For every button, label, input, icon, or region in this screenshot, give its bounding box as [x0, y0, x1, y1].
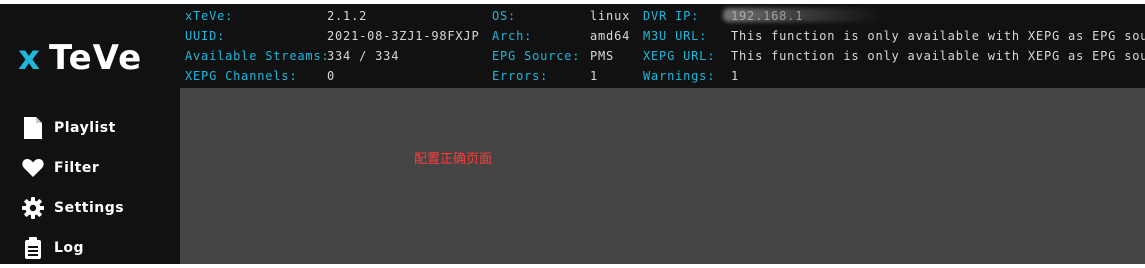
sidebar: x TeVe Playlist Filter Settings Log [0, 4, 180, 264]
status-key: Arch: [492, 29, 533, 43]
log-icon [22, 237, 44, 259]
main-content: 配置正确页面 [180, 88, 1145, 264]
redaction-blur [723, 8, 883, 22]
status-value: 334 / 334 [327, 49, 400, 63]
status-row-dvr-ip: DVR IP: 192.168.1 [643, 6, 1143, 26]
app-logo: x TeVe [18, 38, 142, 78]
annotation-text: 配置正确页面 [414, 152, 493, 167]
status-value: 0 [327, 69, 336, 83]
status-key: XEPG URL: [643, 49, 716, 63]
status-row-m3u-url: M3U URL: This function is only available… [643, 26, 1145, 46]
status-row-errors: Errors: 1 [492, 66, 642, 86]
status-key: UUID: [185, 29, 226, 43]
status-panel: xTeVe: 2.1.2 UUID: 2021-08-3ZJ1-98FXJP A… [180, 4, 1145, 88]
status-value: This function is only available with XEP… [731, 29, 1145, 43]
status-row-warnings: Warnings: 1 [643, 66, 1143, 86]
app-window: x TeVe Playlist Filter Settings Log xTeV… [0, 4, 1145, 264]
status-value: linux [590, 9, 631, 23]
heart-icon [22, 157, 44, 179]
sidebar-nav: Playlist Filter Settings Log [0, 108, 180, 268]
status-key: EPG Source: [492, 49, 581, 63]
status-key: Available Streams: [185, 49, 330, 63]
status-value: PMS [590, 49, 615, 63]
status-key: Errors: [492, 69, 549, 83]
sidebar-item-settings[interactable]: Settings [0, 188, 180, 228]
status-value: amd64 [590, 29, 631, 43]
status-value: 2.1.2 [327, 9, 368, 23]
sidebar-item-label: Log [54, 240, 85, 256]
status-key: M3U URL: [643, 29, 708, 43]
status-value: 1 [590, 69, 599, 83]
status-value: 1 [731, 69, 740, 83]
sidebar-item-label: Playlist [54, 120, 116, 136]
sidebar-item-label: Filter [54, 160, 100, 176]
gear-icon [22, 197, 44, 219]
status-row-version: xTeVe: 2.1.2 [185, 6, 485, 26]
status-key: XEPG Channels: [185, 69, 298, 83]
status-row-xepg-channels: XEPG Channels: 0 [185, 66, 485, 86]
status-key: OS: [492, 9, 517, 23]
status-key: xTeVe: [185, 9, 234, 23]
logo-name: TeVe [48, 38, 143, 78]
status-value: This function is only available with XEP… [731, 49, 1145, 63]
status-value: 2021-08-3ZJ1-98FXJP [327, 29, 480, 43]
sidebar-item-log[interactable]: Log [0, 228, 180, 268]
status-row-xepg-url: XEPG URL: This function is only availabl… [643, 46, 1145, 66]
status-row-uuid: UUID: 2021-08-3ZJ1-98FXJP [185, 26, 485, 46]
status-key: DVR IP: [643, 9, 700, 23]
sidebar-item-playlist[interactable]: Playlist [0, 108, 180, 148]
sidebar-item-filter[interactable]: Filter [0, 148, 180, 188]
status-key: Warnings: [643, 69, 716, 83]
logo-x: x [18, 38, 41, 78]
sidebar-item-label: Settings [54, 200, 125, 216]
status-row-epg-source: EPG Source: PMS [492, 46, 642, 66]
status-row-arch: Arch: amd64 [492, 26, 642, 46]
file-icon [22, 117, 44, 139]
status-row-os: OS: linux [492, 6, 642, 26]
status-row-streams: Available Streams: 334 / 334 [185, 46, 485, 66]
